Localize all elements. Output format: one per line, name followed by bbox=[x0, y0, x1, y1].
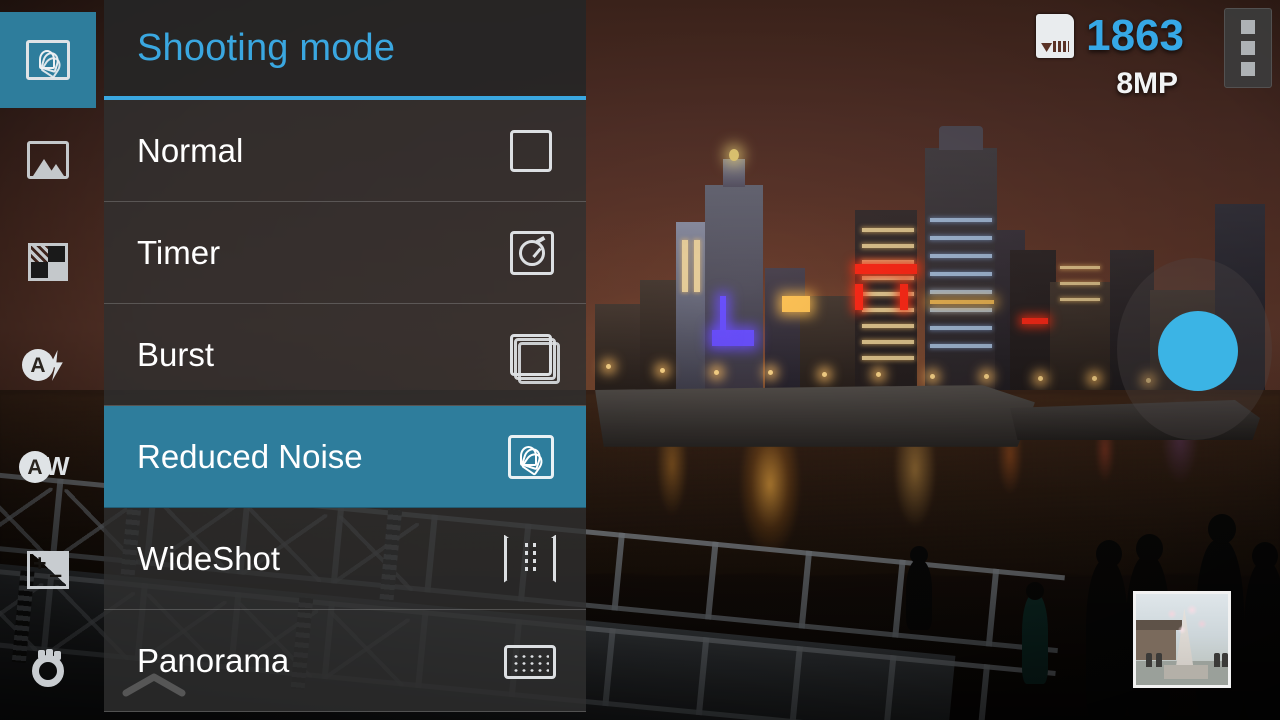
flash-auto-letter: A bbox=[22, 349, 54, 381]
sd-card-icon bbox=[1036, 14, 1075, 58]
flash-auto-icon: A bbox=[22, 349, 74, 383]
wideshot-icon bbox=[504, 535, 556, 583]
rail-item-scene-mode[interactable] bbox=[0, 112, 96, 208]
mode-label: Burst bbox=[137, 335, 215, 373]
rail-item-white-balance[interactable]: A W bbox=[0, 420, 96, 516]
mode-label: WideShot bbox=[137, 539, 281, 577]
scene-mode-icon bbox=[27, 141, 69, 179]
shutter-area[interactable] bbox=[1117, 258, 1272, 440]
capture-status: 1863 8MP bbox=[1036, 14, 1184, 101]
mode-item-panorama[interactable]: Panorama bbox=[104, 610, 586, 712]
shooting-mode-icon bbox=[26, 40, 70, 80]
settings-rail: A A W + – bbox=[0, 0, 96, 720]
settings-icon bbox=[28, 649, 68, 690]
panorama-icon bbox=[504, 637, 556, 685]
shots-remaining: 1863 bbox=[1086, 11, 1184, 60]
kebab-menu-icon[interactable] bbox=[1224, 8, 1272, 88]
wb-w-letter: W bbox=[45, 451, 70, 481]
camera-viewfinder: A A W + – Shooting mode Normal Timer Bur… bbox=[0, 0, 1280, 720]
rail-item-effects[interactable] bbox=[0, 214, 96, 310]
exposure-plus: + bbox=[33, 551, 47, 576]
rail-item-flash[interactable]: A bbox=[0, 318, 96, 414]
mode-item-reduced-noise[interactable]: Reduced Noise bbox=[104, 406, 586, 508]
mode-item-normal[interactable]: Normal bbox=[104, 100, 586, 202]
single-frame-icon bbox=[504, 127, 556, 175]
mode-label: Timer bbox=[137, 233, 221, 271]
burst-frames-icon bbox=[504, 331, 560, 384]
gallery-thumbnail[interactable] bbox=[1133, 591, 1231, 688]
chevron-up-icon[interactable] bbox=[122, 671, 186, 697]
shutter-button[interactable] bbox=[1158, 311, 1238, 391]
rail-item-shooting-mode[interactable] bbox=[0, 12, 96, 108]
reduced-noise-icon bbox=[504, 433, 556, 481]
mode-item-wideshot[interactable]: WideShot bbox=[104, 508, 586, 610]
white-balance-auto-icon: A W bbox=[19, 451, 77, 485]
mode-item-timer[interactable]: Timer bbox=[104, 202, 586, 304]
timer-icon bbox=[504, 229, 556, 277]
exposure-icon: + – bbox=[27, 551, 69, 589]
shooting-mode-panel: Shooting mode Normal Timer Burst Reduced… bbox=[104, 0, 586, 720]
mode-item-burst[interactable]: Burst bbox=[104, 304, 586, 406]
mode-label: Reduced Noise bbox=[137, 437, 363, 475]
mode-label: Normal bbox=[137, 131, 244, 169]
panel-header: Shooting mode bbox=[104, 0, 586, 100]
effects-icon bbox=[28, 243, 68, 281]
rail-item-exposure[interactable]: + – bbox=[0, 522, 96, 618]
exposure-minus: – bbox=[49, 561, 62, 587]
resolution-badge: 8MP bbox=[1116, 67, 1178, 100]
storage-status-row: 1863 bbox=[1036, 14, 1184, 58]
rail-item-settings[interactable] bbox=[0, 622, 96, 718]
panel-title: Shooting mode bbox=[137, 26, 396, 69]
